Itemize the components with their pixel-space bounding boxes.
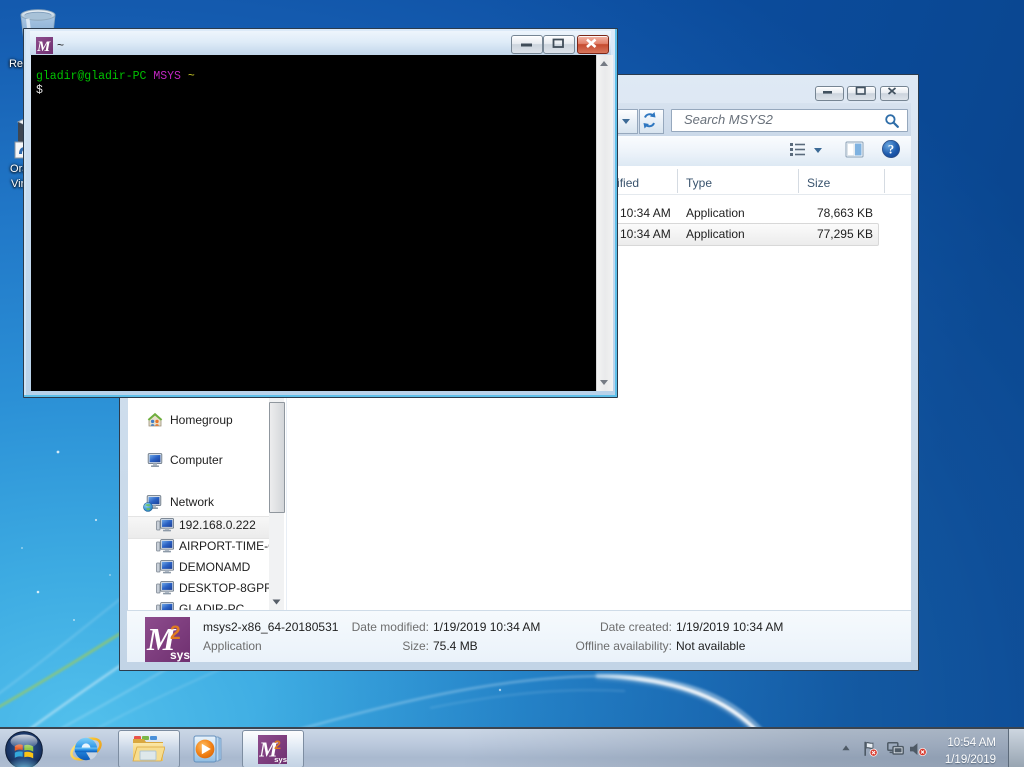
- svg-text:?: ?: [888, 143, 894, 157]
